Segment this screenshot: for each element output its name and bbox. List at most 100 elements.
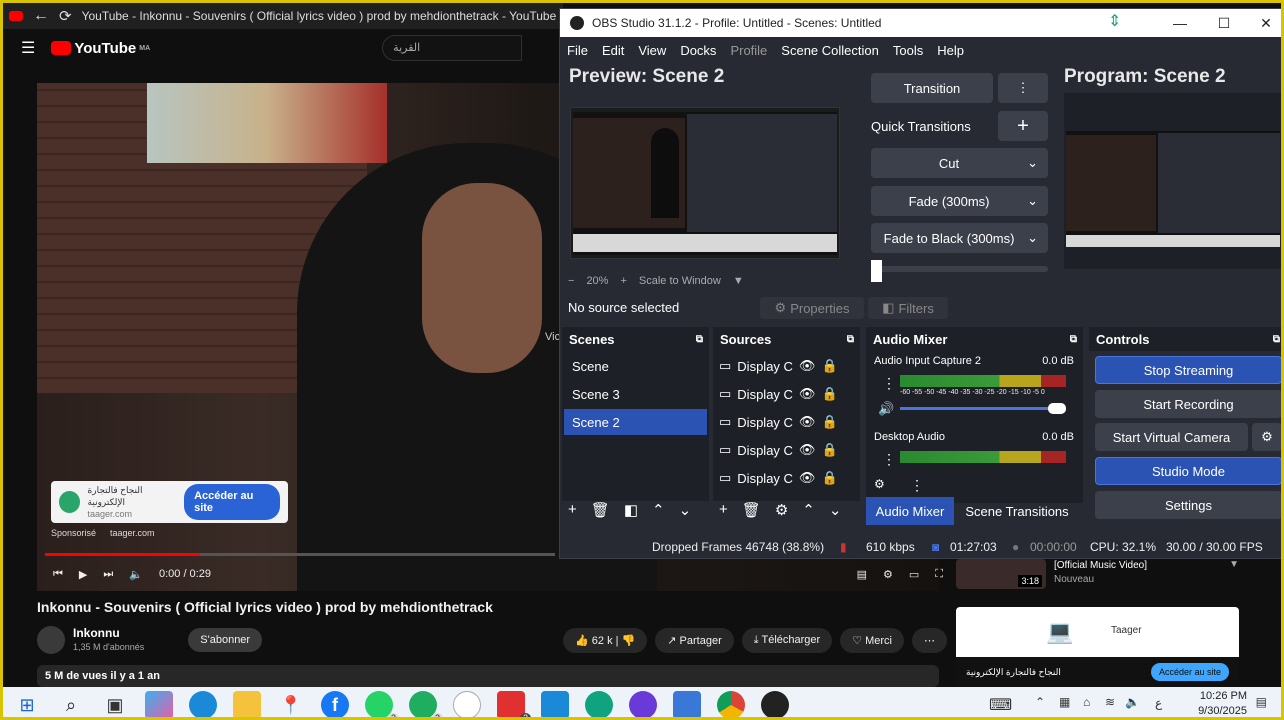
settings-button[interactable]: Settings bbox=[1095, 491, 1281, 519]
volume-icon[interactable]: 🔈 bbox=[129, 568, 143, 581]
hamburger-menu-icon[interactable]: ☰ bbox=[21, 38, 35, 58]
previous-icon[interactable]: ⏮ bbox=[53, 568, 63, 581]
filters-button[interactable]: ◧ Filters bbox=[868, 297, 948, 319]
lock-icon[interactable]: 🔒 bbox=[821, 442, 837, 458]
subscribe-button[interactable]: S'abonner bbox=[188, 628, 263, 652]
transition-menu-icon[interactable]: ⋮ bbox=[998, 73, 1048, 103]
next-icon[interactable]: ⏭ bbox=[103, 568, 113, 581]
scale-mode[interactable]: Scale to Window bbox=[639, 275, 721, 287]
move-down-icon[interactable]: ⌄ bbox=[679, 501, 692, 519]
undock-icon[interactable]: ⧉ bbox=[847, 334, 854, 345]
like-button[interactable]: 👍 62 k | 👎 bbox=[563, 627, 648, 653]
settings-gear-icon[interactable]: ⚙ bbox=[883, 568, 893, 581]
input-language[interactable]: ع bbox=[1155, 696, 1162, 710]
menu-edit[interactable]: Edit bbox=[602, 43, 624, 58]
source-item[interactable]: ▭ Display C 👁 🔒 bbox=[719, 353, 859, 379]
ad-visit-button[interactable]: Accéder au site bbox=[184, 484, 280, 520]
advanced-audio-icon[interactable]: ⚙ bbox=[874, 477, 885, 491]
ad-card[interactable]: النجاح فالتجارة الإلكترونية taager.com A… bbox=[51, 481, 288, 523]
add-icon[interactable]: + bbox=[568, 501, 577, 519]
related-video[interactable]: 3:18 [Official Music Video] Nouveau ▼ bbox=[956, 559, 1239, 595]
reload-icon[interactable]: ⟳ bbox=[59, 7, 72, 25]
whatsapp-business-icon[interactable]: 3 bbox=[409, 691, 443, 717]
chevron-down-icon[interactable]: ▼ bbox=[1229, 559, 1239, 595]
move-down-icon[interactable]: ⌄ bbox=[829, 501, 842, 519]
subtitles-icon[interactable]: ▤ bbox=[857, 568, 867, 581]
notifications-icon[interactable]: ▤ bbox=[1256, 695, 1267, 709]
menu-file[interactable]: File bbox=[567, 43, 588, 58]
more-options-icon[interactable]: ⋯ bbox=[912, 627, 947, 653]
search-input[interactable]: القرية bbox=[382, 35, 523, 61]
app-icon[interactable] bbox=[453, 691, 481, 717]
menu-tools[interactable]: Tools bbox=[893, 43, 923, 58]
task-view-icon[interactable]: ▣ bbox=[101, 691, 129, 717]
mixer-more-icon[interactable]: ⋮ bbox=[910, 477, 924, 494]
scene-item[interactable]: Scene bbox=[564, 353, 707, 379]
undock-icon[interactable]: ⧉ bbox=[696, 334, 703, 345]
media-app-icon[interactable]: 2 bbox=[497, 691, 531, 717]
chrome-icon[interactable] bbox=[717, 691, 745, 717]
share-button[interactable]: ↗ Partager bbox=[655, 627, 734, 653]
eye-icon[interactable]: 👁 bbox=[799, 470, 816, 486]
zoom-out-icon[interactable]: − bbox=[568, 275, 574, 287]
theater-mode-icon[interactable]: ▭ bbox=[909, 568, 919, 581]
gear-icon[interactable]: ⚙ bbox=[775, 501, 788, 519]
scene-item-selected[interactable]: Scene 2 bbox=[564, 409, 707, 435]
play-icon[interactable]: ▶ bbox=[79, 568, 87, 581]
whatsapp-icon[interactable]: 3 bbox=[365, 691, 399, 717]
mixer-tab-transitions[interactable]: Scene Transitions bbox=[958, 497, 1076, 525]
trash-icon[interactable]: 🗑 bbox=[742, 501, 761, 519]
trash-icon[interactable]: 🗑 bbox=[591, 501, 610, 519]
volume-icon[interactable]: 🔈 bbox=[1125, 695, 1140, 709]
maps-icon[interactable]: 📍 bbox=[277, 691, 305, 717]
channel-avatar[interactable] bbox=[37, 626, 65, 654]
clock[interactable]: 10:26 PM 9/30/2025 bbox=[1198, 689, 1247, 717]
mixer-menu-icon[interactable]: ⋮ bbox=[882, 375, 896, 392]
menu-scene-collection[interactable]: Scene Collection bbox=[781, 43, 879, 58]
menu-help[interactable]: Help bbox=[937, 43, 964, 58]
stop-streaming-button[interactable]: Stop Streaming bbox=[1095, 356, 1281, 384]
speaker-icon[interactable]: 🔊 bbox=[878, 401, 894, 417]
minimize-icon[interactable]: — bbox=[1158, 9, 1202, 37]
remote-desktop-icon[interactable] bbox=[673, 691, 701, 717]
filter-icon[interactable]: ◧ bbox=[624, 501, 638, 519]
move-up-icon[interactable]: ⌃ bbox=[652, 501, 665, 519]
maximize-icon[interactable]: ☐ bbox=[1202, 9, 1246, 37]
volume-slider[interactable] bbox=[900, 403, 1066, 414]
back-icon[interactable]: ← bbox=[33, 7, 49, 25]
close-icon[interactable]: ✕ bbox=[1244, 9, 1281, 37]
network-icon[interactable]: ⌂ bbox=[1083, 695, 1090, 709]
undock-icon[interactable]: ⧉ bbox=[1070, 334, 1077, 345]
source-item[interactable]: ▭ Display C 👁 🔒 bbox=[719, 437, 859, 463]
lock-icon[interactable]: 🔒 bbox=[821, 358, 837, 374]
mixer-tab-active[interactable]: Audio Mixer bbox=[866, 497, 954, 525]
search-icon[interactable]: ⌕ bbox=[57, 691, 85, 717]
menu-view[interactable]: View bbox=[638, 43, 666, 58]
menu-profile[interactable]: Profile bbox=[730, 43, 767, 58]
file-explorer-icon[interactable] bbox=[233, 691, 261, 717]
sidebar-ad-card[interactable]: 💻 Taager النجاح فالتجارة الإلكترونية Acc… bbox=[956, 607, 1239, 687]
transition-cut-dropdown[interactable]: Cut ⌄ bbox=[871, 148, 1048, 178]
wifi-icon[interactable]: ≋ bbox=[1105, 695, 1115, 709]
system-tray-chevron-icon[interactable]: ⌃ bbox=[1035, 695, 1045, 709]
youtube-logo[interactable]: YouTube MA bbox=[51, 40, 150, 57]
move-up-icon[interactable]: ⌃ bbox=[802, 501, 815, 519]
eye-icon[interactable]: 👁 bbox=[799, 442, 816, 458]
video-progress-bar[interactable] bbox=[45, 553, 555, 556]
transition-fade-black-dropdown[interactable]: Fade to Black (300ms) ⌄ bbox=[871, 223, 1048, 253]
virtual-camera-settings-icon[interactable]: ⚙ bbox=[1252, 423, 1281, 451]
eye-icon[interactable]: 👁 bbox=[799, 386, 816, 402]
sidebar-ad-button[interactable]: Accéder au site bbox=[1150, 663, 1229, 681]
tbar-slider[interactable] bbox=[871, 260, 1048, 282]
preview-canvas[interactable] bbox=[570, 107, 840, 259]
transition-fade-dropdown[interactable]: Fade (300ms) ⌄ bbox=[871, 186, 1048, 216]
windows-start-icon[interactable]: ⊞ bbox=[13, 691, 41, 717]
volume-slider-handle[interactable] bbox=[1048, 403, 1066, 414]
facebook-icon[interactable]: f bbox=[321, 691, 349, 717]
mixer-menu-icon[interactable]: ⋮ bbox=[882, 451, 896, 468]
start-virtual-camera-button[interactable]: Start Virtual Camera bbox=[1095, 423, 1248, 451]
fullscreen-icon[interactable]: ⛶ bbox=[935, 568, 943, 581]
thanks-button[interactable]: ♡ Merci bbox=[840, 627, 904, 653]
source-item[interactable]: ▭ Display C 👁 🔒 bbox=[719, 465, 859, 491]
zoom-in-icon[interactable]: + bbox=[620, 275, 626, 287]
